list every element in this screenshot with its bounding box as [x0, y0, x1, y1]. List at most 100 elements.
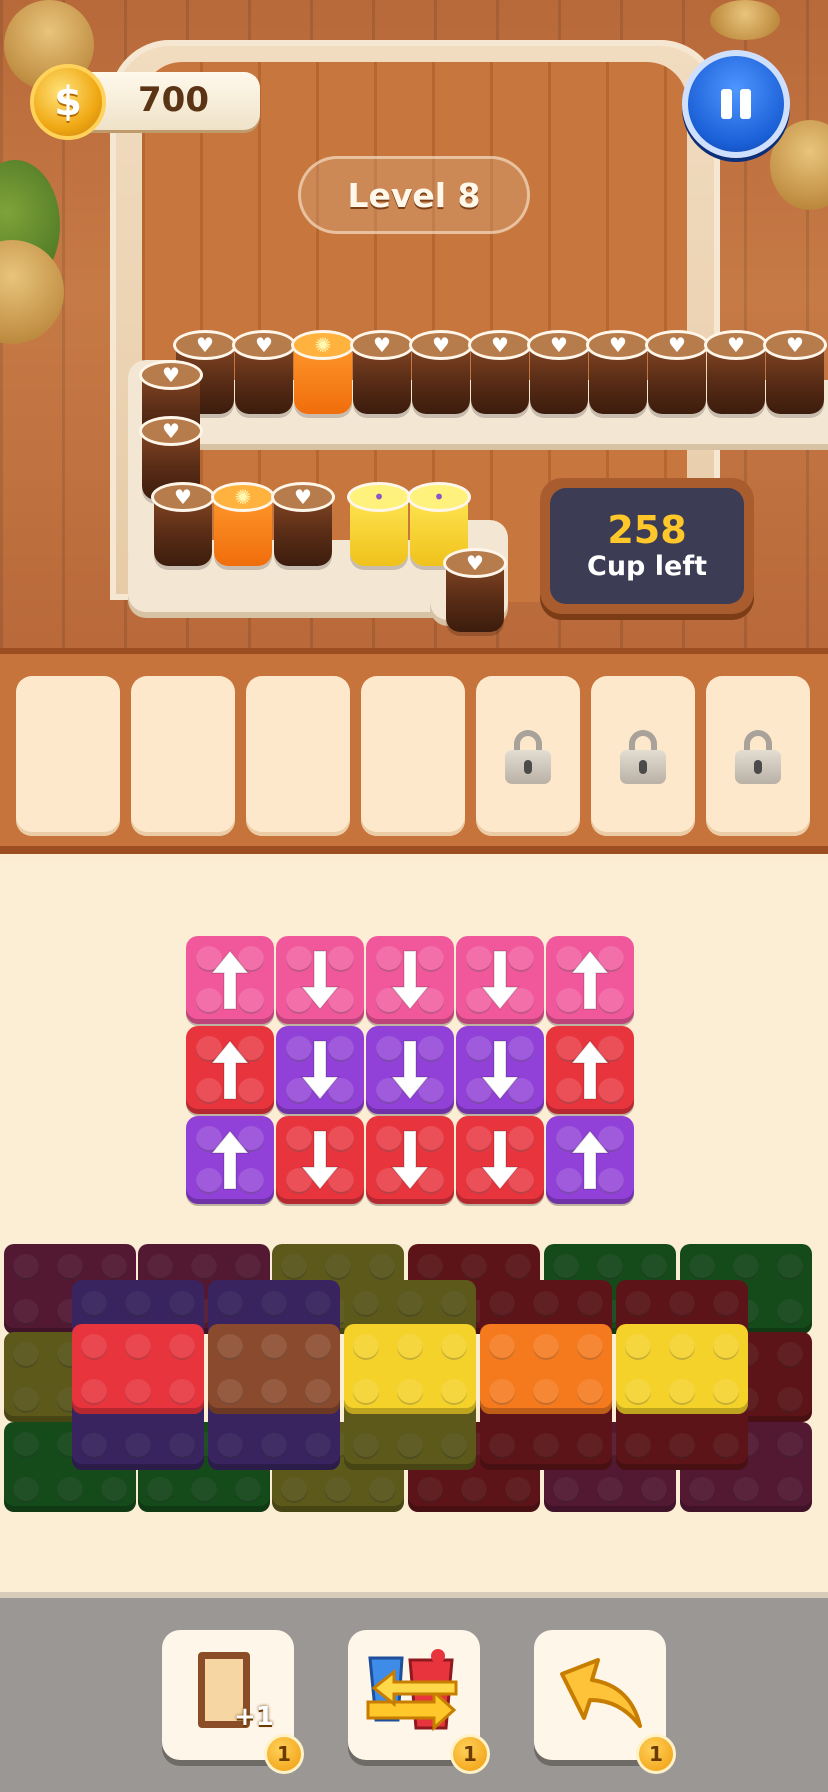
latte-cup: ♥ — [350, 330, 414, 414]
purple-arrow-tile-up[interactable] — [186, 1116, 274, 1204]
game-screen: ♥ ♥ ✺ ♥ ♥ ♥ ♥ ♥ ♥ ♥ ♥ ♥ ♥ ♥ ✺ ♥ • • ♥ 258 Cup left $ 700 L… — [0, 0, 828, 1792]
booster-count-badge: 1 — [636, 1734, 676, 1774]
purple-arrow-tile-down[interactable] — [276, 1026, 364, 1114]
orange-juice-cup: ✺ — [211, 482, 275, 566]
arrow-down-icon — [366, 1116, 454, 1204]
arrow-up-icon — [186, 1026, 274, 1114]
arrow-down-icon — [456, 936, 544, 1024]
empty-slot — [361, 676, 465, 836]
pause-button[interactable] — [682, 50, 790, 158]
lemonade-cup: • — [347, 482, 411, 566]
holding-slots-bar — [0, 648, 828, 854]
cup-top: ✺ — [291, 330, 355, 360]
empty-slot — [246, 676, 350, 836]
cup-top: ♥ — [763, 330, 827, 360]
cup-top: ♥ — [232, 330, 296, 360]
brown-brick[interactable] — [208, 1324, 340, 1414]
lock-icon — [505, 730, 551, 784]
arrow-down-icon — [456, 1116, 544, 1204]
cup-top: ♥ — [645, 330, 709, 360]
cup-top: ♥ — [173, 330, 237, 360]
undo-booster[interactable]: 1 — [534, 1630, 676, 1774]
purple-arrow-tile-down[interactable] — [456, 1026, 544, 1114]
puzzle-board — [0, 862, 828, 1592]
pink-arrow-tile-down[interactable] — [276, 936, 364, 1024]
cup-top: ♥ — [409, 330, 473, 360]
cup-top: ♥ — [139, 416, 203, 446]
red-arrow-tile-down[interactable] — [456, 1116, 544, 1204]
latte-cup: ♥ — [271, 482, 335, 566]
cup-top: ♥ — [443, 548, 507, 578]
arrow-down-icon — [276, 1026, 364, 1114]
latte-cup: ♥ — [151, 482, 215, 566]
arrow-down-icon — [366, 1026, 454, 1114]
cups-left-board: 258 Cup left — [540, 478, 754, 614]
vase-decoration — [710, 0, 780, 40]
cup-top: ♥ — [350, 330, 414, 360]
plus-one-label: +1 — [234, 1702, 274, 1732]
locked-slot[interactable] — [706, 676, 810, 836]
booster-count-badge: 1 — [264, 1734, 304, 1774]
cup-top: ♥ — [139, 360, 203, 390]
cups-left-count: 258 — [607, 507, 687, 552]
arrow-down-icon — [276, 1116, 364, 1204]
cup-top: ♥ — [586, 330, 650, 360]
pink-arrow-tile-up[interactable] — [186, 936, 274, 1024]
red-arrow-tile-down[interactable] — [276, 1116, 364, 1204]
arrow-up-icon — [186, 936, 274, 1024]
cups-left-label: Cup left — [587, 551, 707, 583]
latte-cup: ♥ — [704, 330, 768, 414]
locked-slot[interactable] — [591, 676, 695, 836]
purple-arrow-tile-up[interactable] — [546, 1116, 634, 1204]
yellow-brick[interactable] — [344, 1324, 476, 1414]
empty-slot — [131, 676, 235, 836]
arrow-up-icon — [546, 1116, 634, 1204]
pink-arrow-tile-down[interactable] — [366, 936, 454, 1024]
red-arrow-tile-down[interactable] — [366, 1116, 454, 1204]
latte-cup: ♥ — [763, 330, 827, 414]
cup-top: ♥ — [704, 330, 768, 360]
pause-icon-bar — [721, 89, 732, 119]
extra-slot-booster[interactable]: +1 1 — [162, 1630, 304, 1774]
arrow-up-icon — [186, 1116, 274, 1204]
swap-booster[interactable]: 1 — [348, 1630, 490, 1774]
latte-cup: ♥ — [232, 330, 296, 414]
arrow-up-icon — [546, 1026, 634, 1114]
cup-top: ✺ — [211, 482, 275, 512]
arrow-down-icon — [366, 936, 454, 1024]
latte-cup: ♥ — [527, 330, 591, 414]
arrow-down-icon — [456, 1026, 544, 1114]
red-arrow-tile-up[interactable] — [546, 1026, 634, 1114]
coin-icon: $ — [30, 64, 106, 140]
level-title: Level 8 — [298, 156, 530, 234]
red-arrow-tile-up[interactable] — [186, 1026, 274, 1114]
lock-icon — [735, 730, 781, 784]
orange-juice-cup: ✺ — [291, 330, 355, 414]
cup-top: • — [407, 482, 471, 512]
latte-cup: ♥ — [645, 330, 709, 414]
yellow-brick[interactable] — [616, 1324, 748, 1414]
cup-top: ♥ — [468, 330, 532, 360]
cup-top: • — [347, 482, 411, 512]
orange-brick[interactable] — [480, 1324, 612, 1414]
empty-slot — [16, 676, 120, 836]
latte-cup: ♥ — [468, 330, 532, 414]
latte-cup: ♥ — [409, 330, 473, 414]
pink-arrow-tile-up[interactable] — [546, 936, 634, 1024]
locked-slot[interactable] — [476, 676, 580, 836]
cup-top: ♥ — [151, 482, 215, 512]
arrow-up-icon — [546, 936, 634, 1024]
latte-cup: ♥ — [443, 548, 507, 632]
pink-arrow-tile-down[interactable] — [456, 936, 544, 1024]
latte-cup: ♥ — [586, 330, 650, 414]
lock-icon — [620, 730, 666, 784]
arrow-down-icon — [276, 936, 364, 1024]
coin-value: 700 — [138, 80, 209, 120]
booster-bar: +1 1 1 1 — [0, 1592, 828, 1792]
booster-count-badge: 1 — [450, 1734, 490, 1774]
cup-top: ♥ — [527, 330, 591, 360]
cup-top: ♥ — [271, 482, 335, 512]
pause-icon-bar — [740, 89, 751, 119]
purple-arrow-tile-down[interactable] — [366, 1026, 454, 1114]
red-brick[interactable] — [72, 1324, 204, 1414]
